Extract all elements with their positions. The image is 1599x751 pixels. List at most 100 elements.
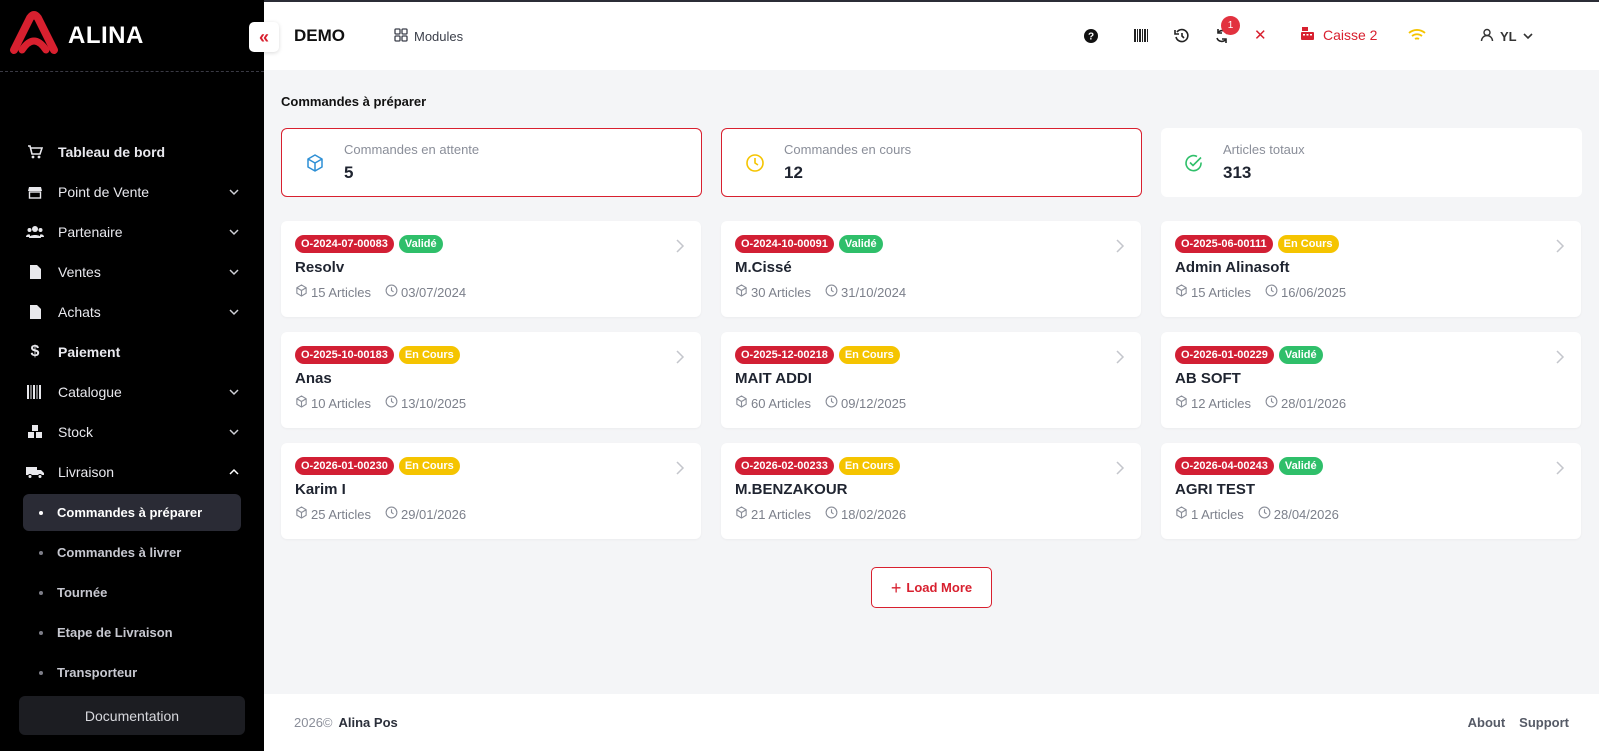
order-code: O-2024-10-00091 <box>735 235 834 253</box>
order-tags: O-2025-12-00218 En Cours <box>735 346 1127 364</box>
close-button[interactable]: ✕ <box>1254 26 1267 44</box>
file-icon <box>26 303 44 321</box>
order-tags: O-2026-02-00233 En Cours <box>735 457 1127 475</box>
cart-icon <box>26 143 44 161</box>
sidebar-item-point-de-vente[interactable]: Point de Vente <box>0 172 264 212</box>
order-card[interactable]: O-2024-10-00091 Validé M.Cissé 30 Articles 3… <box>721 221 1141 317</box>
order-customer-name: M.BENZAKOUR <box>735 481 848 498</box>
chevron-right-icon <box>1555 350 1565 369</box>
sidebar-item-livraison[interactable]: Livraison <box>0 452 264 492</box>
order-code: O-2025-10-00183 <box>295 346 394 364</box>
order-card[interactable]: O-2026-04-00243 Validé AGRI TEST 1 Articles… <box>1161 443 1581 539</box>
history-button[interactable] <box>1174 28 1190 49</box>
order-status-badge: Validé <box>1278 457 1323 475</box>
documentation-button[interactable]: Documentation <box>19 696 245 735</box>
check-circle-icon <box>1183 152 1205 174</box>
support-link[interactable]: Support <box>1519 715 1569 730</box>
order-tags: O-2026-01-00229 Validé <box>1175 346 1567 364</box>
clock-icon <box>385 395 401 411</box>
order-card[interactable]: O-2026-01-00229 Validé AB SOFT 12 Articles 2… <box>1161 332 1581 428</box>
sync-button[interactable]: 1 <box>1214 16 1240 49</box>
order-tags: O-2024-10-00091 Validé <box>735 235 1127 253</box>
package-icon <box>304 152 326 174</box>
order-meta: 60 Articles 09/12/2025 <box>735 395 1127 411</box>
order-status-badge: En Cours <box>838 346 900 364</box>
chevron-right-icon <box>675 350 685 369</box>
sidebar-subitem-transporteur[interactable]: Transporteur <box>23 654 241 691</box>
brand[interactable]: ALINA <box>0 0 264 72</box>
order-articles: 15 Articles <box>295 284 371 300</box>
copyright: 2026© Alina Pos <box>294 715 398 730</box>
order-date-value: 18/02/2026 <box>840 506 907 522</box>
order-code: O-2026-01-00229 <box>1175 346 1274 364</box>
user-initials: YL <box>1500 29 1517 44</box>
barcode-button[interactable] <box>1134 29 1148 47</box>
order-date-value: 13/10/2025 <box>400 395 467 411</box>
sidebar-item-partenaire[interactable]: Partenaire <box>0 212 264 252</box>
order-card[interactable]: O-2025-06-00111 En Cours Admin Alinasoft 15… <box>1161 221 1581 317</box>
order-articles: 12 Articles <box>1175 395 1251 411</box>
order-articles-count: 60 Articles <box>751 395 811 411</box>
sidebar-subitem-commandes-a-preparer[interactable]: Commandes à préparer <box>23 494 241 531</box>
package-icon <box>735 506 751 522</box>
order-meta: 12 Articles 28/01/2026 <box>1175 395 1567 411</box>
order-code: O-2025-06-00111 <box>1175 235 1273 253</box>
modules-button[interactable]: Modules <box>394 27 463 45</box>
caisse-label: Caisse 2 <box>1323 27 1378 43</box>
clock-icon <box>385 506 401 522</box>
sidebar-item-label: Paiement <box>58 344 121 360</box>
load-more-button[interactable]: + Load More <box>871 567 992 608</box>
boxes-icon <box>26 423 44 441</box>
plus-icon: + <box>890 577 902 598</box>
chevron-right-icon <box>675 239 685 258</box>
stat-label: Commandes en cours <box>784 142 912 157</box>
sidebar-item-stock[interactable]: Stock <box>0 412 264 452</box>
chevron-down-icon <box>228 306 240 318</box>
collapse-sidebar-button[interactable]: « <box>249 22 279 52</box>
order-card[interactable]: O-2026-02-00233 En Cours M.BENZAKOUR 21 Art… <box>721 443 1141 539</box>
order-date-value: 29/01/2026 <box>400 506 467 522</box>
order-articles: 21 Articles <box>735 506 811 522</box>
order-tags: O-2025-06-00111 En Cours <box>1175 235 1567 253</box>
sidebar-item-achats[interactable]: Achats <box>0 292 264 332</box>
question-icon: ? <box>1084 29 1098 48</box>
order-articles-count: 10 Articles <box>311 395 371 411</box>
order-articles-count: 21 Articles <box>751 506 811 522</box>
barcode-icon <box>26 383 44 401</box>
order-articles-count: 15 Articles <box>1191 284 1251 300</box>
clock-icon <box>1265 395 1281 411</box>
order-customer-name: Resolv <box>295 259 345 276</box>
chevron-down-icon <box>1523 29 1533 44</box>
stat-card-in-progress: Commandes en cours 12 <box>721 128 1142 197</box>
package-icon <box>1175 284 1191 300</box>
chevron-down-icon <box>228 186 240 198</box>
history-icon <box>1174 28 1190 49</box>
order-date-value: 28/04/2026 <box>1273 506 1339 522</box>
package-icon <box>735 395 751 411</box>
sidebar-subitem-commandes-a-livrer[interactable]: Commandes à livrer <box>23 534 241 571</box>
sidebar-item-ventes[interactable]: Ventes <box>0 252 264 292</box>
user-menu[interactable]: YL <box>1480 28 1533 45</box>
order-card[interactable]: O-2025-10-00183 En Cours Anas 10 Articles 13… <box>281 332 701 428</box>
sidebar-subitem-label: Tournée <box>57 585 108 600</box>
stat-label: Articles totaux <box>1223 142 1305 157</box>
order-card[interactable]: O-2026-01-00230 En Cours Karim I 25 Article… <box>281 443 701 539</box>
order-articles: 25 Articles <box>295 506 371 522</box>
order-card[interactable]: O-2024-07-00083 Validé Resolv 15 Articles 03… <box>281 221 701 317</box>
about-link[interactable]: About <box>1468 715 1506 730</box>
order-card[interactable]: O-2025-12-00218 En Cours MAIT ADDI 60 Artic… <box>721 332 1141 428</box>
order-code: O-2026-04-00243 <box>1175 457 1274 475</box>
clock-icon <box>1265 284 1281 300</box>
stat-card-pending: Commandes en attente 5 <box>281 128 702 197</box>
help-button[interactable]: ? <box>1084 29 1098 48</box>
order-code: O-2026-01-00230 <box>295 457 394 475</box>
sidebar-subitem-tournee[interactable]: Tournée <box>23 574 241 611</box>
sidebar-subitem-etape-de-livraison[interactable]: Etape de Livraison <box>23 614 241 651</box>
alina-logo-icon <box>8 10 60 61</box>
sidebar-subitem-label: Commandes à préparer <box>57 505 203 520</box>
caisse-selector[interactable]: Caisse 2 <box>1300 26 1377 44</box>
package-icon <box>295 506 311 522</box>
sidebar-item-catalogue[interactable]: Catalogue <box>0 372 264 412</box>
sidebar-item-tableau-de-bord[interactable]: Tableau de bord <box>0 132 264 172</box>
sidebar-item-paiement[interactable]: $ Paiement <box>0 332 264 372</box>
